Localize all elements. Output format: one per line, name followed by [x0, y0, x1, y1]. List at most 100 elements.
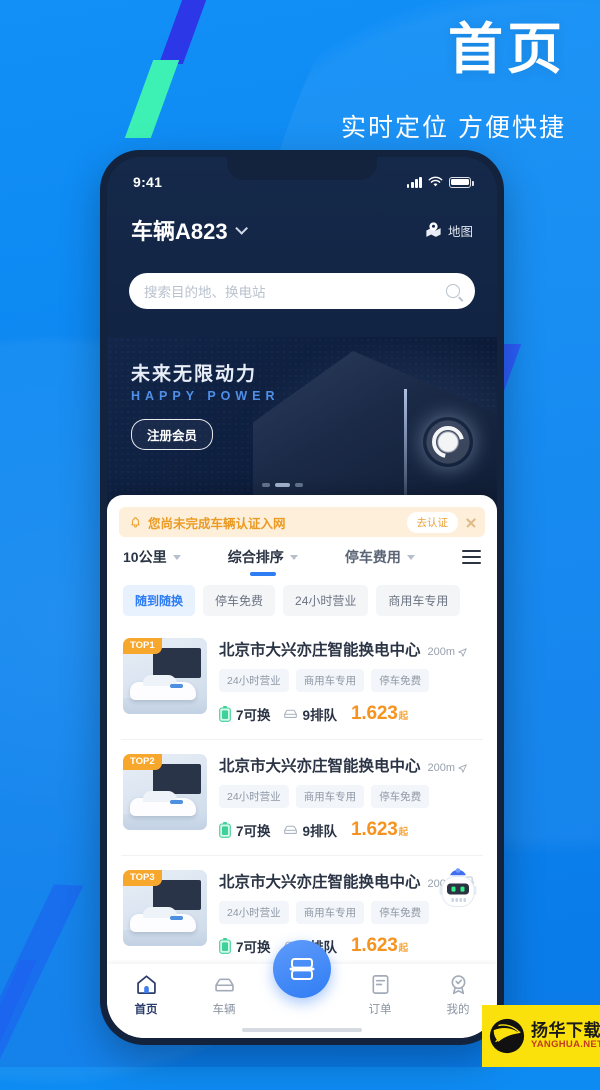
thumb-ground — [123, 814, 207, 830]
station-tags: 24小时营业 商用车专用 停车免费 — [219, 669, 481, 692]
station-distance: 200m — [428, 646, 468, 658]
filter-active-underline — [249, 572, 276, 576]
tab-vehicle-label: 车辆 — [212, 1004, 236, 1016]
thumb-car — [130, 675, 196, 700]
page-title: 首页 — [447, 18, 566, 80]
register-member-button[interactable]: 注册会员 — [131, 419, 214, 450]
thumb-board — [153, 648, 201, 678]
watermark-en: YANGHUA.NET — [531, 1038, 600, 1050]
banner-title: 未来无限动力 — [131, 364, 258, 385]
robot-assistant-icon[interactable] — [431, 864, 485, 918]
available-batteries: 7可换 — [219, 704, 271, 724]
battery-icon — [219, 938, 231, 954]
phone-notch — [227, 157, 377, 180]
chip-instant-swap[interactable]: 随到随换 — [123, 585, 196, 616]
close-icon[interactable] — [464, 516, 477, 529]
queue-count-label: 9排队 — [302, 708, 338, 723]
station-title: 北京市大兴亦庄智能换电中心 — [219, 642, 421, 659]
tab-orders-label: 订单 — [368, 1004, 392, 1016]
thumb-ground — [123, 698, 207, 714]
station-tag: 商用车专用 — [295, 785, 365, 808]
station-price-value: 1.623 — [351, 819, 398, 840]
decor-stripe-dark-blue — [158, 0, 210, 64]
station-distance-value: 200m — [427, 646, 456, 658]
station-thumbnail: TOP2 — [123, 754, 207, 830]
station-price: 1.623起 — [351, 819, 408, 841]
station-tag: 24小时营业 — [219, 901, 289, 924]
battery-swap-icon — [289, 958, 315, 980]
hamburger-menu-icon[interactable] — [462, 550, 481, 564]
search-input[interactable]: 搜索目的地、换电站 — [144, 281, 266, 301]
filter-distance[interactable]: 10公里 — [123, 547, 181, 567]
filter-distance-label: 10公里 — [123, 549, 167, 565]
map-pin-icon — [426, 221, 441, 237]
station-header: 北京市大兴亦庄智能换电中心 200m — [219, 754, 481, 776]
page-subtitle: 实时定位 方便快捷 — [341, 114, 566, 142]
navigate-arrow-icon — [458, 763, 467, 773]
tab-vehicle[interactable]: 车辆 — [185, 973, 263, 1017]
rank-badge: TOP1 — [123, 638, 162, 654]
station-stats: 7可换 9排队 1.623起 — [219, 819, 481, 841]
station-title: 北京市大兴亦庄智能换电中心 — [219, 874, 421, 891]
station-price: 1.623起 — [351, 703, 408, 725]
station-tag: 停车免费 — [371, 669, 430, 692]
map-label: 地图 — [447, 224, 473, 239]
station-info: 北京市大兴亦庄智能换电中心 200m 24小时营业 商用车专用 停车免费 7可换… — [219, 638, 481, 725]
chip-commercial[interactable]: 商用车专用 — [376, 585, 461, 616]
station-price-suffix: 起 — [398, 827, 409, 838]
station-header: 北京市大兴亦庄智能换电中心 200m — [219, 638, 481, 660]
station-stats: 7可换 9排队 1.623起 — [219, 703, 481, 725]
queue-count: 9排队 — [283, 820, 338, 840]
signal-bars-icon — [406, 176, 422, 188]
station-tag: 24小时营业 — [219, 669, 289, 692]
vehicle-selector[interactable]: 车辆A823 — [131, 214, 248, 246]
search-bar[interactable]: 搜索目的地、换电站 — [129, 273, 475, 309]
filter-parking-fee-label: 停车费用 — [344, 549, 401, 565]
rank-badge: TOP2 — [123, 754, 162, 770]
station-title: 北京市大兴亦庄智能换电中心 — [219, 758, 421, 775]
globe-icon — [489, 1018, 525, 1054]
filter-parking-fee[interactable]: 停车费用 — [345, 547, 415, 567]
chip-24h[interactable]: 24小时营业 — [283, 585, 369, 616]
tab-home[interactable]: 首页 — [107, 973, 185, 1017]
promo-banner[interactable]: 未来无限动力 HAPPY POWER 注册会员 — [107, 337, 497, 507]
certification-notice-text: 您尚未完成车辆认证入网 — [148, 516, 286, 531]
watermark: 扬华下载 YANGHUA.NET — [482, 1005, 600, 1067]
table-row[interactable]: TOP2 北京市大兴亦庄智能换电中心 200m 24小时营业 商用车专用 停车免… — [121, 739, 483, 855]
queue-count-label: 9排队 — [302, 824, 338, 839]
tab-home-label: 首页 — [134, 1004, 158, 1016]
banner-subtitle-en: HAPPY POWER — [131, 389, 280, 403]
table-row[interactable]: TOP1 北京市大兴亦庄智能换电中心 200m 24小时营业 商用车专用 停车免… — [121, 624, 483, 739]
phone-mockup: 9:41 车辆A823 地图 搜索目的地、换电站 未来无限动力 HAPPY PO… — [100, 150, 504, 1045]
bottom-tab-bar: 首页 车辆 订单 我的 — [107, 940, 497, 1038]
search-icon[interactable] — [446, 284, 460, 298]
tab-profile-label: 我的 — [446, 1004, 470, 1016]
map-button[interactable]: 地图 — [424, 221, 473, 240]
rank-badge: TOP3 — [123, 870, 162, 886]
navigate-arrow-icon — [458, 647, 467, 657]
car-icon — [214, 978, 234, 992]
battery-icon — [219, 706, 231, 722]
station-price-value: 1.623 — [351, 703, 398, 724]
station-thumbnail: TOP3 — [123, 870, 207, 946]
app-bar: 车辆A823 地图 — [107, 209, 497, 251]
home-icon — [136, 975, 156, 994]
available-batteries-label: 7可换 — [236, 708, 271, 723]
thumb-board — [153, 764, 201, 794]
certification-notice: 您尚未完成车辆认证入网 去认证 — [119, 507, 485, 537]
station-price-value: 1.623 — [351, 935, 398, 956]
station-stats: 7可换 9排队 1.623起 — [219, 935, 481, 957]
chip-free-parking[interactable]: 停车免费 — [203, 585, 276, 616]
phone-screen: 9:41 车辆A823 地图 搜索目的地、换电站 未来无限动力 HAPPY PO… — [107, 157, 497, 1038]
station-tag: 商用车专用 — [295, 669, 365, 692]
filter-sort[interactable]: 综合排序 — [228, 547, 298, 576]
go-certify-button[interactable]: 去认证 — [406, 511, 458, 533]
watermark-text: 扬华下载 YANGHUA.NET — [531, 1022, 600, 1050]
vehicle-name: 车辆A823 — [131, 219, 228, 244]
battery-swap-fab[interactable] — [273, 940, 331, 998]
tab-orders[interactable]: 订单 — [341, 973, 419, 1017]
decor-stripe-mint — [124, 60, 180, 138]
station-info: 北京市大兴亦庄智能换电中心 200m 24小时营业 商用车专用 停车免费 7可换… — [219, 754, 481, 841]
station-distance-value: 200m — [427, 762, 456, 774]
battery-icon — [449, 176, 474, 188]
